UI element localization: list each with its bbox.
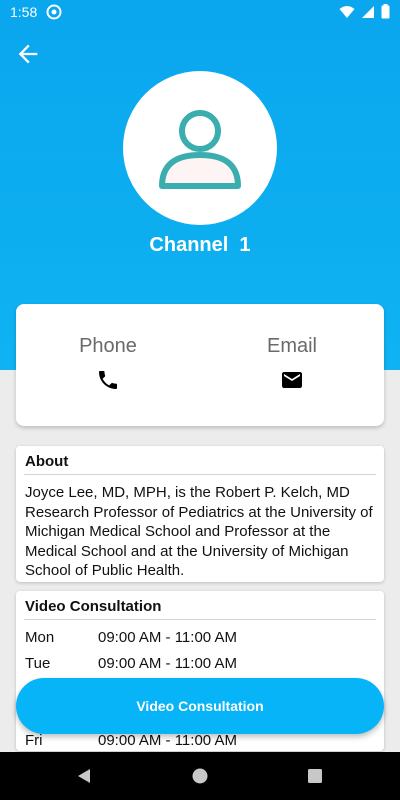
- about-title: About: [25, 453, 69, 470]
- person-icon: [159, 110, 241, 189]
- battery-icon: [381, 4, 390, 19]
- schedule-row: Fri 09:00 AM - 11:00 AM: [25, 732, 365, 751]
- about-text: Joyce Lee, MD, MPH, is the Robert P. Kel…: [25, 484, 373, 579]
- signal-icon: [362, 5, 374, 18]
- email-button[interactable]: Email: [200, 304, 384, 426]
- video-title: Video Consultation: [25, 598, 162, 615]
- arrow-left-icon[interactable]: [14, 40, 42, 68]
- status-bar: 1:58: [0, 0, 400, 24]
- schedule-day: Mon: [25, 629, 55, 646]
- divider: [24, 619, 376, 620]
- app-notification-icon: [46, 4, 62, 20]
- schedule-time: 09:00 AM - 11:00 AM: [98, 655, 237, 672]
- contact-card: Phone Email: [16, 304, 384, 426]
- video-consultation-button[interactable]: Video Consultation: [16, 678, 384, 734]
- home-circle-icon[interactable]: [190, 766, 210, 786]
- recents-square-icon[interactable]: [305, 766, 325, 786]
- back-triangle-icon[interactable]: [74, 766, 94, 786]
- email-label: Email: [266, 335, 317, 357]
- wifi-icon: [339, 5, 355, 18]
- channel-title: Channel 1: [149, 234, 251, 256]
- mail-icon: [282, 372, 302, 388]
- status-time: 1:58: [10, 4, 38, 20]
- phone-button[interactable]: Phone: [16, 304, 200, 426]
- schedule-row: Mon 09:00 AM - 11:00 AM: [25, 629, 365, 651]
- schedule-row: Tue 09:00 AM - 11:00 AM: [25, 655, 365, 677]
- status-icons: [339, 4, 390, 19]
- divider: [24, 474, 376, 475]
- phone-label: Phone: [79, 335, 137, 357]
- avatar: [123, 71, 277, 225]
- schedule-time: 09:00 AM - 11:00 AM: [98, 629, 237, 646]
- schedule-time: 09:00 AM - 11:00 AM: [98, 732, 237, 749]
- about-card: About Joyce Lee, MD, MPH, is the Robert …: [16, 446, 384, 582]
- schedule-day: Tue: [25, 655, 51, 672]
- system-nav-bar: [0, 752, 400, 800]
- schedule-day: Fri: [25, 732, 43, 749]
- phone-icon: [99, 371, 117, 389]
